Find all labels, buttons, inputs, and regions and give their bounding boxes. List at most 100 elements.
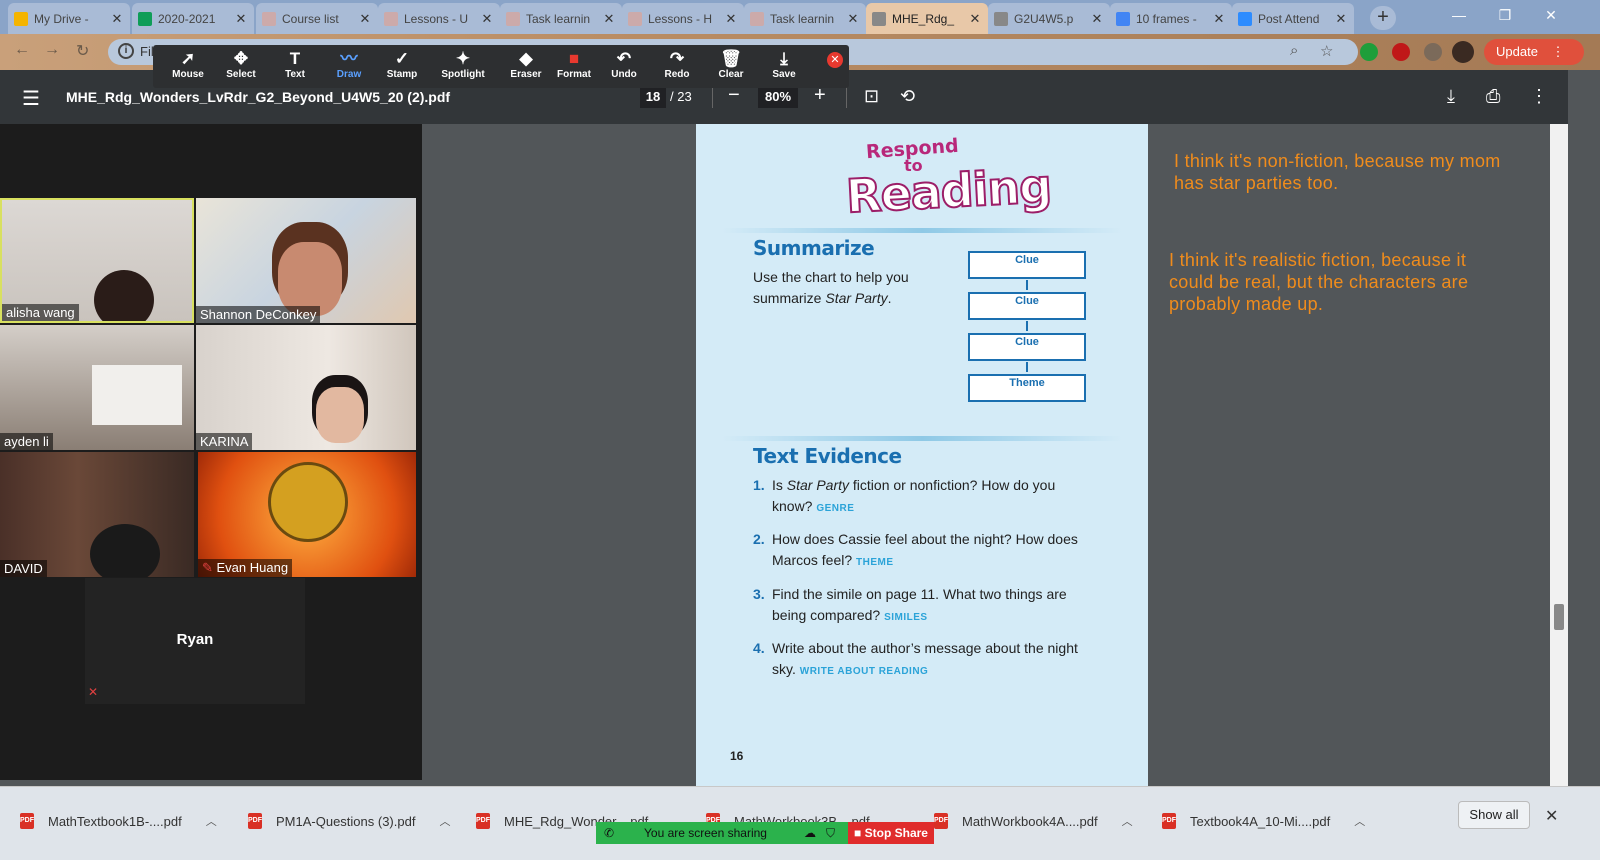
puzzle-icon[interactable] <box>1424 43 1442 61</box>
browser-tab[interactable]: Task learnin ✕ <box>744 3 866 34</box>
tab-close-icon[interactable]: ✕ <box>480 11 494 27</box>
annotate-undo-button[interactable]: ↶ Undo <box>599 49 649 80</box>
info-icon[interactable]: i <box>118 43 134 59</box>
bookmark-star-icon[interactable]: ☆ <box>1320 42 1333 60</box>
download-item[interactable]: PDF PM1A-Questions (3).pdf ︿ <box>248 811 450 831</box>
download-item[interactable]: PDF Textbook4A_10-Mi....pdf ︿ <box>1162 811 1365 831</box>
lesson-icon <box>628 11 642 26</box>
page-total: / 23 <box>670 89 692 104</box>
format-icon: ■ <box>568 49 580 68</box>
browser-tab[interactable]: Lessons - U ✕ <box>378 3 500 34</box>
video-tile[interactable]: DAVID <box>0 452 194 577</box>
annotate-redo-button[interactable]: ↷ Redo <box>652 49 702 80</box>
participant-name: ✎ Evan Huang <box>198 559 293 577</box>
chevron-up-icon[interactable]: ︿ <box>206 813 217 829</box>
annotate-select-button[interactable]: ✥ Select <box>216 49 266 80</box>
tab-close-icon[interactable]: ✕ <box>110 11 124 27</box>
question-text: Is <box>772 477 787 493</box>
tab-close-icon[interactable]: ✕ <box>1212 11 1226 27</box>
restore-icon[interactable]: ❐ <box>1482 0 1528 30</box>
annotate-mouse-button[interactable]: ➚ Mouse <box>163 49 213 80</box>
browser-tab[interactable]: Course list ✕ <box>256 3 378 34</box>
tab-close-icon[interactable]: ✕ <box>846 11 860 27</box>
stop-share-button[interactable]: ■ Stop Share <box>848 822 934 844</box>
question-item: 3. Find the simile on page 11. What two t… <box>753 584 1083 628</box>
browser-tab[interactable]: 2020-2021 ✕ <box>132 3 254 34</box>
download-item[interactable]: PDF MathWorkbook4A....pdf ︿ <box>934 811 1133 831</box>
close-shelf-icon[interactable]: ✕ <box>1545 806 1558 826</box>
annotation-note[interactable]: I think it's realistic fiction, because … <box>1169 249 1509 315</box>
participant-name: DAVID <box>0 560 47 577</box>
extension-icon[interactable] <box>1360 43 1378 61</box>
pdf-scrollbar[interactable] <box>1550 124 1568 786</box>
menu-icon[interactable]: ☰ <box>22 86 40 111</box>
move-icon: ✥ <box>233 49 249 68</box>
download-icon[interactable]: ⤓ <box>1447 86 1455 107</box>
eraser-icon: ◆ <box>519 49 533 68</box>
chevron-up-icon[interactable]: ︿ <box>1122 813 1133 829</box>
phone-icon: ✆ <box>604 826 615 840</box>
tab-close-icon[interactable]: ✕ <box>968 11 982 27</box>
video-tile[interactable]: ✎ Evan Huang <box>198 452 416 577</box>
download-item[interactable]: PDF MathTextbook1B-....pdf ︿ <box>20 811 217 831</box>
browser-tab[interactable]: Lessons - H ✕ <box>622 3 744 34</box>
browser-tab[interactable]: Post Attend ✕ <box>1232 3 1354 34</box>
browser-tab[interactable]: 10 frames - ✕ <box>1110 3 1232 34</box>
minimize-icon[interactable]: — <box>1436 0 1482 30</box>
participant-name: alisha wang <box>2 304 79 321</box>
annotate-draw-button[interactable]: 〰 Draw <box>324 49 374 80</box>
back-icon[interactable]: ← <box>14 41 30 59</box>
annotation-note[interactable]: I think it's non-fiction, because my mom… <box>1174 150 1514 194</box>
browser-tab[interactable]: G2U4W5.p ✕ <box>988 3 1110 34</box>
ublock-icon[interactable] <box>1392 43 1410 61</box>
annotate-clear-button[interactable]: 🗑 Clear <box>706 49 756 80</box>
reload-icon[interactable]: ↻ <box>76 41 89 61</box>
video-tile[interactable]: ayden li <box>0 325 194 450</box>
tab-close-icon[interactable]: ✕ <box>724 11 738 27</box>
page-number-input[interactable]: 18 <box>640 86 666 108</box>
scrollbar-thumb[interactable] <box>1554 604 1564 630</box>
annotate-format-button[interactable]: ■ Format <box>549 49 599 80</box>
annotate-spotlight-button[interactable]: ✦ Spotlight <box>438 49 488 80</box>
browser-tab[interactable]: My Drive - ✕ <box>8 3 130 34</box>
participant-name: ayden li <box>0 433 53 450</box>
globe-icon <box>872 11 886 26</box>
tab-close-icon[interactable]: ✕ <box>234 11 248 27</box>
annotate-text-button[interactable]: T Text <box>270 49 320 80</box>
address-text: Fil <box>140 44 154 59</box>
more-icon[interactable]: ⋮ <box>1530 86 1548 107</box>
tab-close-icon[interactable]: ✕ <box>1334 11 1348 27</box>
fit-page-icon[interactable]: ⊡ <box>864 86 879 107</box>
chevron-up-icon[interactable]: ︿ <box>1354 813 1365 829</box>
video-tile[interactable]: KARINA <box>196 325 416 450</box>
zoom-input[interactable]: 80% <box>758 86 798 108</box>
participant-video <box>278 242 342 316</box>
avatar[interactable] <box>1452 41 1474 63</box>
tab-close-icon[interactable]: ✕ <box>1090 11 1104 27</box>
browser-tab[interactable]: MHE_Rdg_ ✕ <box>866 3 988 34</box>
new-tab-button[interactable]: + <box>1370 6 1396 30</box>
show-all-button[interactable]: Show all <box>1458 801 1530 829</box>
rotate-icon[interactable]: ⟲ <box>900 86 915 107</box>
video-tile[interactable]: Shannon DeConkey <box>196 198 416 323</box>
browser-tab[interactable]: Task learnin ✕ <box>500 3 622 34</box>
video-tile[interactable]: alisha wang <box>0 198 194 323</box>
tab-close-icon[interactable]: ✕ <box>602 11 616 27</box>
forward-icon[interactable]: → <box>44 41 60 59</box>
avatar-image <box>268 462 348 542</box>
annotate-stamp-button[interactable]: ✓ Stamp <box>377 49 427 80</box>
annotate-eraser-button[interactable]: ◆ Eraser <box>501 49 551 80</box>
video-tile-ryan[interactable]: Ryan ✕ <box>85 578 305 704</box>
close-window-icon[interactable]: ✕ <box>1528 0 1574 30</box>
zoom-search-icon[interactable]: ⌕ <box>1290 42 1298 59</box>
tab-label: G2U4W5.p <box>1014 11 1074 26</box>
print-icon[interactable]: ⎙ <box>1486 86 1500 107</box>
annotate-save-button[interactable]: ⤓ Save <box>759 49 809 80</box>
chevron-up-icon[interactable]: ︿ <box>439 813 450 829</box>
pdf-page: Respond to Reading Summarize Use the cha… <box>696 124 1148 786</box>
update-button[interactable]: Update ⋮ <box>1484 39 1584 65</box>
tab-close-icon[interactable]: ✕ <box>358 11 372 27</box>
pdf-canvas: Respond to Reading Summarize Use the cha… <box>422 124 1568 786</box>
cursor-icon: ➚ <box>180 49 196 68</box>
close-annotation-icon[interactable]: ✕ <box>827 52 843 68</box>
